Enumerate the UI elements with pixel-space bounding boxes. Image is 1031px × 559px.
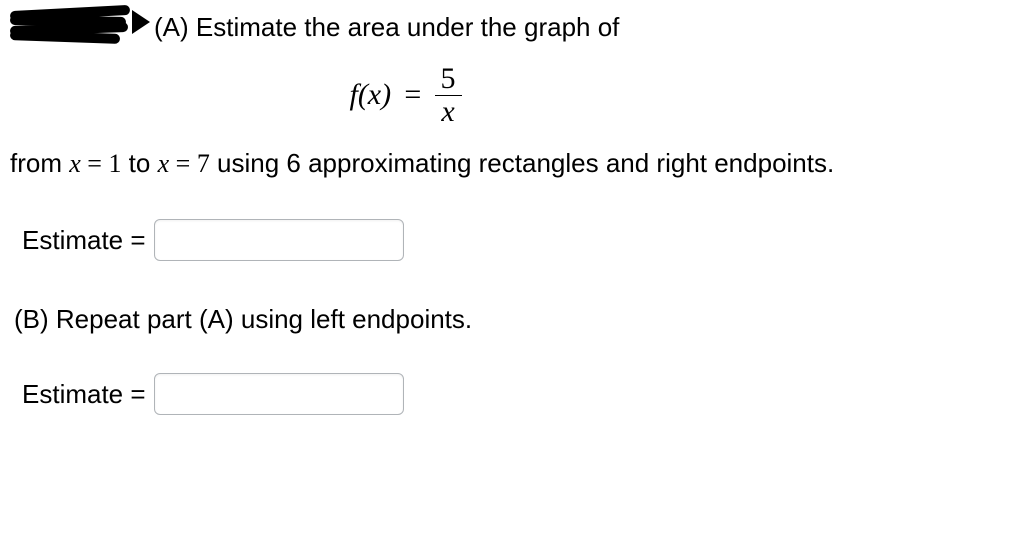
from-var: x [69,149,81,178]
formula-lhs: f(x) [349,78,391,111]
part-a-prompt-line2: from x = 1 to x = 7 using 6 approximatin… [10,145,1021,182]
estimate-a-input[interactable] [154,219,404,261]
from-prefix: from [10,148,69,178]
arrow-right-icon [132,6,152,36]
formula: f(x) = 5 x [10,63,801,127]
part-b-prompt: (B) Repeat part (A) using left endpoints… [14,301,1021,337]
line2-suffix: using 6 approximating rectangles and rig… [210,148,834,178]
to-text: to [121,148,157,178]
fraction-denominator: x [435,96,462,128]
part-a-header-row: (A) Estimate the area under the graph of [10,6,1021,45]
equals-sign: = [404,78,421,111]
fraction-numerator: 5 [435,63,462,96]
part-a-label: (A) [154,12,189,42]
to-val: 7 [197,149,210,178]
estimate-b-label: Estimate = [22,376,146,412]
estimate-a-row: Estimate = [22,219,1021,261]
estimate-b-row: Estimate = [22,373,1021,415]
redaction-scribble [10,6,130,42]
from-val: 1 [108,149,121,178]
part-a-text1: Estimate the area under the graph of [196,12,620,42]
to-var: x [158,149,170,178]
part-a-prompt-line1: (A) Estimate the area under the graph of [154,6,619,45]
to-eq: = [169,149,197,178]
fraction: 5 x [435,63,462,127]
estimate-b-input[interactable] [154,373,404,415]
problem-page: (A) Estimate the area under the graph of… [0,0,1031,559]
estimate-a-label: Estimate = [22,222,146,258]
from-eq: = [81,149,109,178]
